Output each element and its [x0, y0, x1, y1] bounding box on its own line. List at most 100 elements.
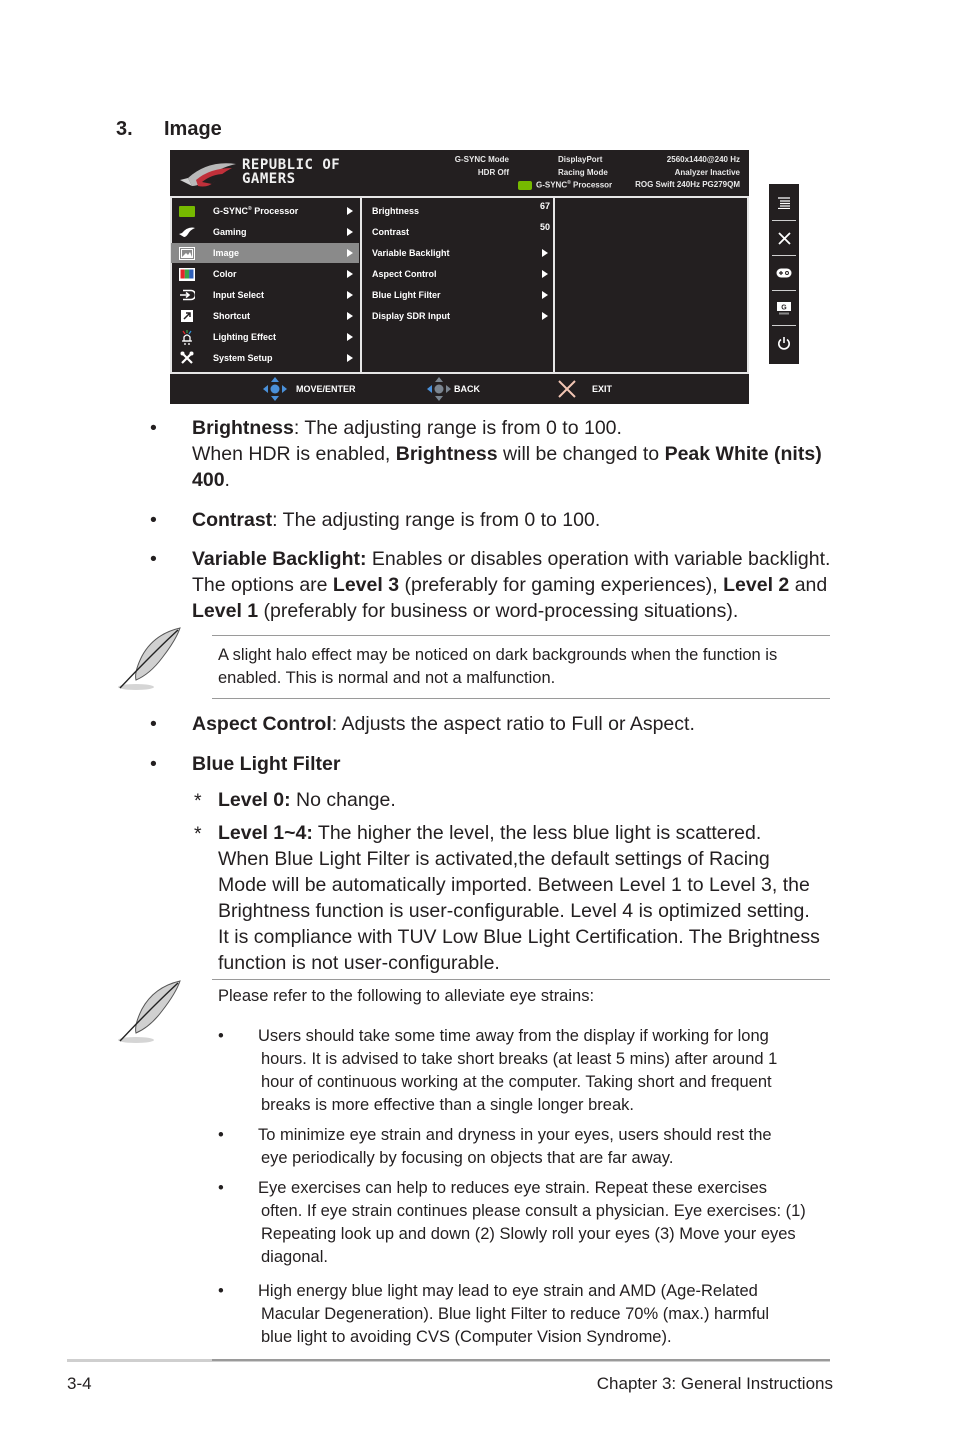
image-submenu: Brightness 67 Contrast 50 Variable Backl… — [362, 198, 552, 372]
lighting-icon — [178, 329, 196, 345]
brightness-description: Brightness: The adjusting range is from … — [192, 417, 822, 491]
exit-label: EXIT — [592, 384, 613, 394]
submenu-item-label: Display SDR Input — [372, 311, 451, 321]
nvidia-icon — [518, 181, 532, 191]
chevron-right-icon — [542, 291, 548, 299]
status-resolution: 2560x1440@240 Hz — [666, 155, 740, 164]
exit-x-icon — [558, 380, 576, 398]
menu-item-label: Image — [213, 248, 240, 258]
menu-item-lighting-effect[interactable]: Lighting Effect — [171, 327, 359, 347]
bullet: • — [218, 1179, 224, 1197]
bullet: • — [218, 1027, 224, 1045]
eye-strain-tip: Users should take some time away from th… — [258, 1027, 778, 1114]
eye-strain-intro: Please refer to the following to allevia… — [218, 987, 595, 1005]
menu-item-label: Gaming — [213, 227, 247, 237]
submenu-item-display-sdr-input[interactable]: Display SDR Input — [362, 306, 552, 326]
page-number: 3-4 — [67, 1374, 92, 1393]
feather-note-icon — [118, 980, 181, 1043]
divider — [747, 196, 749, 374]
note-rule-top — [212, 635, 830, 636]
status-analyzer: Analyzer Inactive — [674, 168, 740, 177]
image-icon — [178, 246, 196, 260]
chevron-right-icon — [542, 270, 548, 278]
shortcut-icon — [178, 309, 196, 323]
contrast-description: Contrast: The adjusting range is from 0 … — [192, 509, 601, 531]
move-enter-label: MOVE/ENTER — [296, 384, 356, 394]
chevron-right-icon — [347, 270, 353, 278]
menu-item-gaming[interactable]: Gaming — [171, 222, 359, 242]
status-gsync-mode: G-SYNC Mode — [454, 155, 509, 164]
submenu-item-brightness[interactable]: Brightness 67 — [362, 201, 552, 221]
chevron-right-icon — [347, 249, 353, 257]
dpad-back-icon — [427, 377, 451, 401]
section-heading: 3. Image — [116, 118, 222, 141]
input-select-icon — [178, 288, 196, 302]
chevron-right-icon — [347, 207, 353, 215]
note-rule-bottom — [212, 698, 830, 699]
menu-item-image[interactable]: Image — [171, 243, 359, 263]
back-label: BACK — [454, 384, 480, 394]
menu-item-label: G-SYNC® Processor — [213, 206, 299, 216]
section-title: Image — [164, 118, 222, 140]
submenu-item-label: Brightness — [372, 206, 420, 216]
gameplus-button[interactable]: G — [769, 291, 799, 325]
power-icon — [778, 337, 790, 350]
move-enter-hint: MOVE/ENTER — [262, 374, 356, 404]
menu-item-color[interactable]: Color — [171, 264, 359, 284]
bullet: • — [218, 1126, 224, 1144]
aspect-control-description: Aspect Control: Adjusts the aspect ratio… — [192, 713, 695, 735]
submenu-item-aspect-control[interactable]: Aspect Control — [362, 264, 552, 284]
footer-rule — [212, 1359, 830, 1361]
submenu-item-label: Variable Backlight — [372, 248, 450, 258]
menu-item-label: Shortcut — [213, 311, 250, 321]
monitor-button-panel: G — [769, 184, 799, 364]
note-rule-top — [212, 979, 830, 980]
menu-button[interactable] — [769, 186, 799, 220]
asterisk: * — [194, 790, 202, 812]
nvidia-icon — [178, 204, 196, 218]
submenu-item-blue-light-filter[interactable]: Blue Light Filter — [362, 285, 552, 305]
status-hdr: HDR Off — [477, 168, 509, 177]
chevron-right-icon — [347, 312, 353, 320]
menu-item-label: Lighting Effect — [213, 332, 276, 342]
bullet: • — [150, 509, 157, 531]
menu-item-input-select[interactable]: Input Select — [171, 285, 359, 305]
bullet: • — [150, 548, 157, 570]
power-button[interactable] — [769, 326, 799, 360]
status-gsync-processor: G-SYNC® Processor — [518, 180, 612, 191]
bullet: • — [150, 713, 157, 735]
menu-item-system-setup[interactable]: System Setup — [171, 348, 359, 368]
level-0-description: Level 0: No change. — [218, 789, 396, 811]
osd-footer: MOVE/ENTER BACK EXIT — [170, 374, 749, 404]
status-mode: Racing Mode — [558, 168, 608, 177]
close-button[interactable] — [769, 221, 799, 255]
brand-line-1: REPUBLIC OF — [242, 157, 341, 173]
blue-light-filter-heading: Blue Light Filter — [192, 753, 341, 775]
chevron-right-icon — [347, 333, 353, 341]
gamepad-icon — [776, 268, 792, 278]
menu-icon — [778, 197, 790, 209]
chapter-title: Chapter 3: General Instructions — [596, 1374, 833, 1393]
rog-eye-icon — [178, 225, 196, 239]
chevron-right-icon — [347, 228, 353, 236]
submenu-item-contrast[interactable]: Contrast 50 — [362, 222, 552, 242]
menu-item-gsync-processor[interactable]: G-SYNC® Processor — [171, 201, 359, 221]
chevron-right-icon — [347, 354, 353, 362]
level-1-4-description: Level 1~4: The higher the level, the les… — [218, 822, 820, 974]
submenu-item-label: Contrast — [372, 227, 410, 237]
menu-item-label: Color — [213, 269, 237, 279]
eye-strain-tip: Eye exercises can help to reduces eye st… — [258, 1179, 806, 1266]
chevron-right-icon — [542, 249, 548, 257]
status-input: DisplayPort — [558, 155, 603, 164]
feather-note-icon — [118, 627, 181, 690]
submenu-item-variable-backlight[interactable]: Variable Backlight — [362, 243, 552, 263]
bullet: • — [218, 1282, 224, 1300]
menu-item-shortcut[interactable]: Shortcut — [171, 306, 359, 326]
variable-backlight-description: Variable Backlight: Enables or disables … — [192, 548, 831, 622]
back-hint: BACK — [426, 374, 480, 404]
dpad-move-icon — [263, 377, 287, 401]
contrast-value: 50 — [539, 222, 550, 232]
gamepad-button[interactable] — [769, 256, 799, 290]
asterisk: * — [194, 823, 202, 845]
osd-header: REPUBLIC OF GAMERS G-SYNC Mode HDR Off D… — [170, 150, 749, 196]
